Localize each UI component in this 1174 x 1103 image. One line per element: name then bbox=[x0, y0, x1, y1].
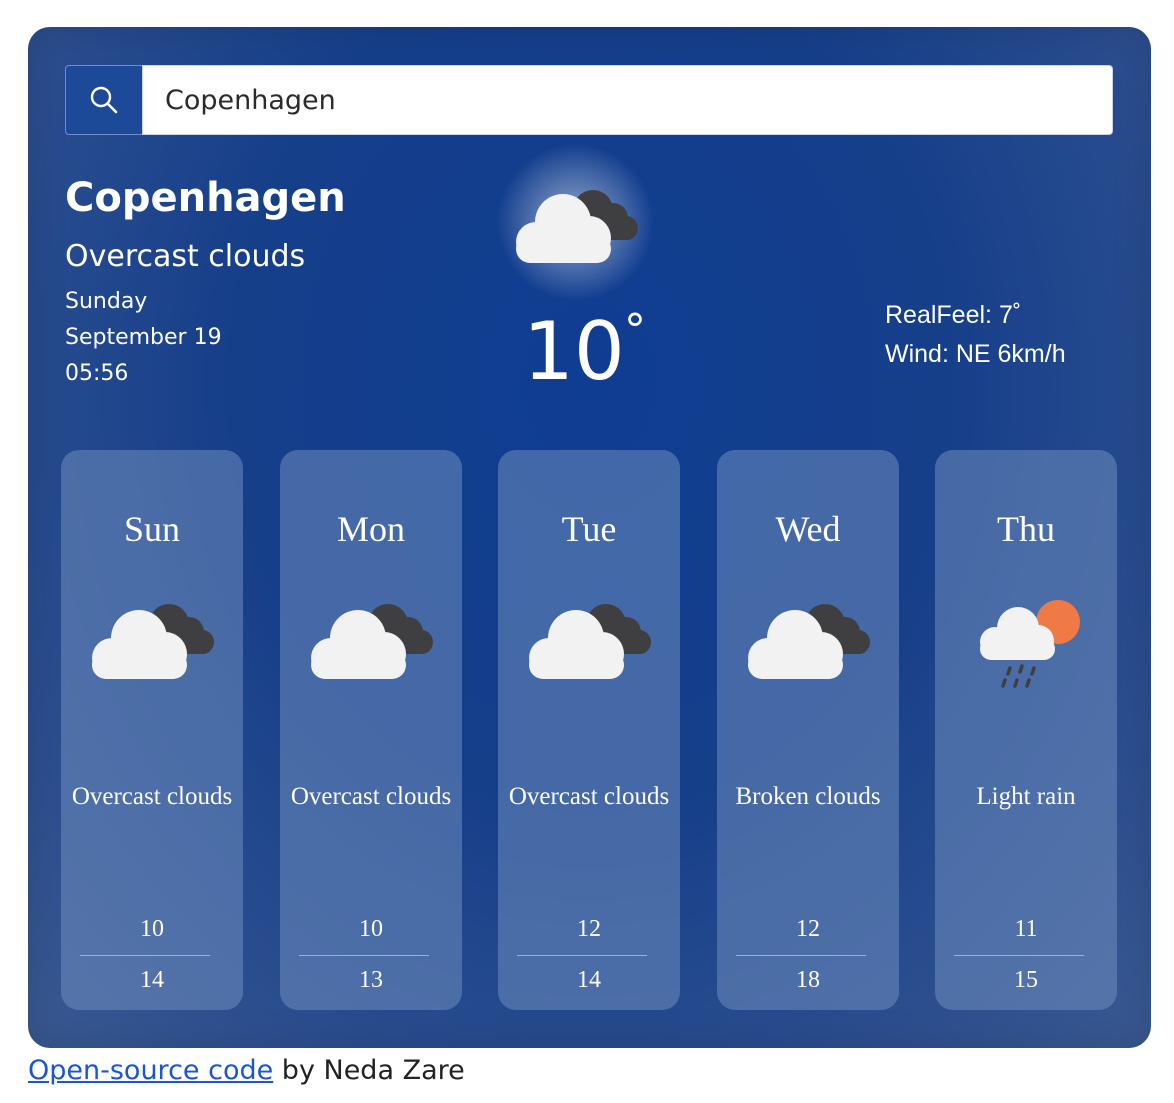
forecast-day: Thu bbox=[997, 509, 1055, 549]
divider bbox=[299, 955, 429, 956]
current-temperature: 10 bbox=[523, 305, 625, 398]
forecast-card: Mon Overcast clouds 10 13 bbox=[280, 450, 462, 1010]
current-day: Sunday bbox=[65, 289, 148, 314]
forecast-high: 15 bbox=[1014, 967, 1038, 993]
forecast-description: Broken clouds bbox=[735, 783, 881, 810]
forecast-card: Wed Broken clouds 12 18 bbox=[717, 450, 899, 1010]
current-date: September 19 bbox=[65, 325, 222, 350]
city-name: Copenhagen bbox=[65, 175, 346, 221]
divider bbox=[736, 955, 866, 956]
search-button[interactable] bbox=[65, 65, 142, 135]
forecast-low: 12 bbox=[577, 916, 601, 942]
overcast-clouds-icon bbox=[516, 190, 638, 263]
overcast-clouds-icon bbox=[311, 604, 433, 679]
overcast-clouds-icon bbox=[529, 604, 651, 679]
current-weather-icon-wrap bbox=[483, 135, 668, 310]
divider bbox=[80, 955, 210, 956]
forecast-high: 13 bbox=[359, 967, 383, 993]
forecast-description: Light rain bbox=[976, 783, 1076, 810]
forecast-low: 10 bbox=[359, 916, 383, 942]
realfeel: RealFeel: 7˚ bbox=[885, 301, 1022, 329]
forecast-description: Overcast clouds bbox=[508, 783, 670, 810]
overcast-clouds-icon bbox=[92, 604, 214, 679]
footer-author: by Neda Zare bbox=[273, 1055, 465, 1086]
forecast-day: Mon bbox=[336, 509, 405, 549]
forecast-description: Overcast clouds bbox=[71, 783, 233, 810]
forecast-description: Overcast clouds bbox=[290, 783, 452, 810]
wind: Wind: NE 6km/h bbox=[885, 340, 1066, 368]
forecast-card: Sun Overcast clouds 10 14 bbox=[61, 450, 243, 1010]
open-source-link[interactable]: Open-source code bbox=[28, 1055, 273, 1086]
forecast-low: 10 bbox=[140, 916, 164, 942]
search-input[interactable] bbox=[142, 65, 1113, 135]
forecast-high: 14 bbox=[140, 967, 164, 993]
broken-clouds-icon bbox=[748, 604, 870, 679]
weather-description: Overcast clouds bbox=[65, 239, 306, 274]
current-time: 05:56 bbox=[65, 361, 129, 386]
forecast-card: Tue Overcast clouds 12 14 bbox=[498, 450, 680, 1010]
forecast-day: Tue bbox=[561, 509, 617, 549]
forecast-low: 11 bbox=[1014, 916, 1038, 942]
forecast-high: 18 bbox=[796, 967, 820, 993]
light-rain-icon bbox=[980, 600, 1080, 688]
forecast-day: Wed bbox=[775, 509, 841, 549]
weather-app: Copenhagen Overcast clouds Sunday Septem… bbox=[28, 27, 1151, 1048]
forecast-low: 12 bbox=[796, 916, 820, 942]
divider bbox=[517, 955, 647, 956]
degree-symbol: ° bbox=[624, 305, 646, 356]
search-icon bbox=[90, 86, 118, 114]
forecast-high: 14 bbox=[577, 967, 601, 993]
search-bar bbox=[65, 65, 1113, 135]
footer: Open-source code by Neda Zare bbox=[28, 1055, 465, 1086]
divider bbox=[954, 955, 1084, 956]
forecast-day: Sun bbox=[123, 509, 181, 549]
forecast-card: Thu Light rain 11 15 bbox=[935, 450, 1117, 1010]
